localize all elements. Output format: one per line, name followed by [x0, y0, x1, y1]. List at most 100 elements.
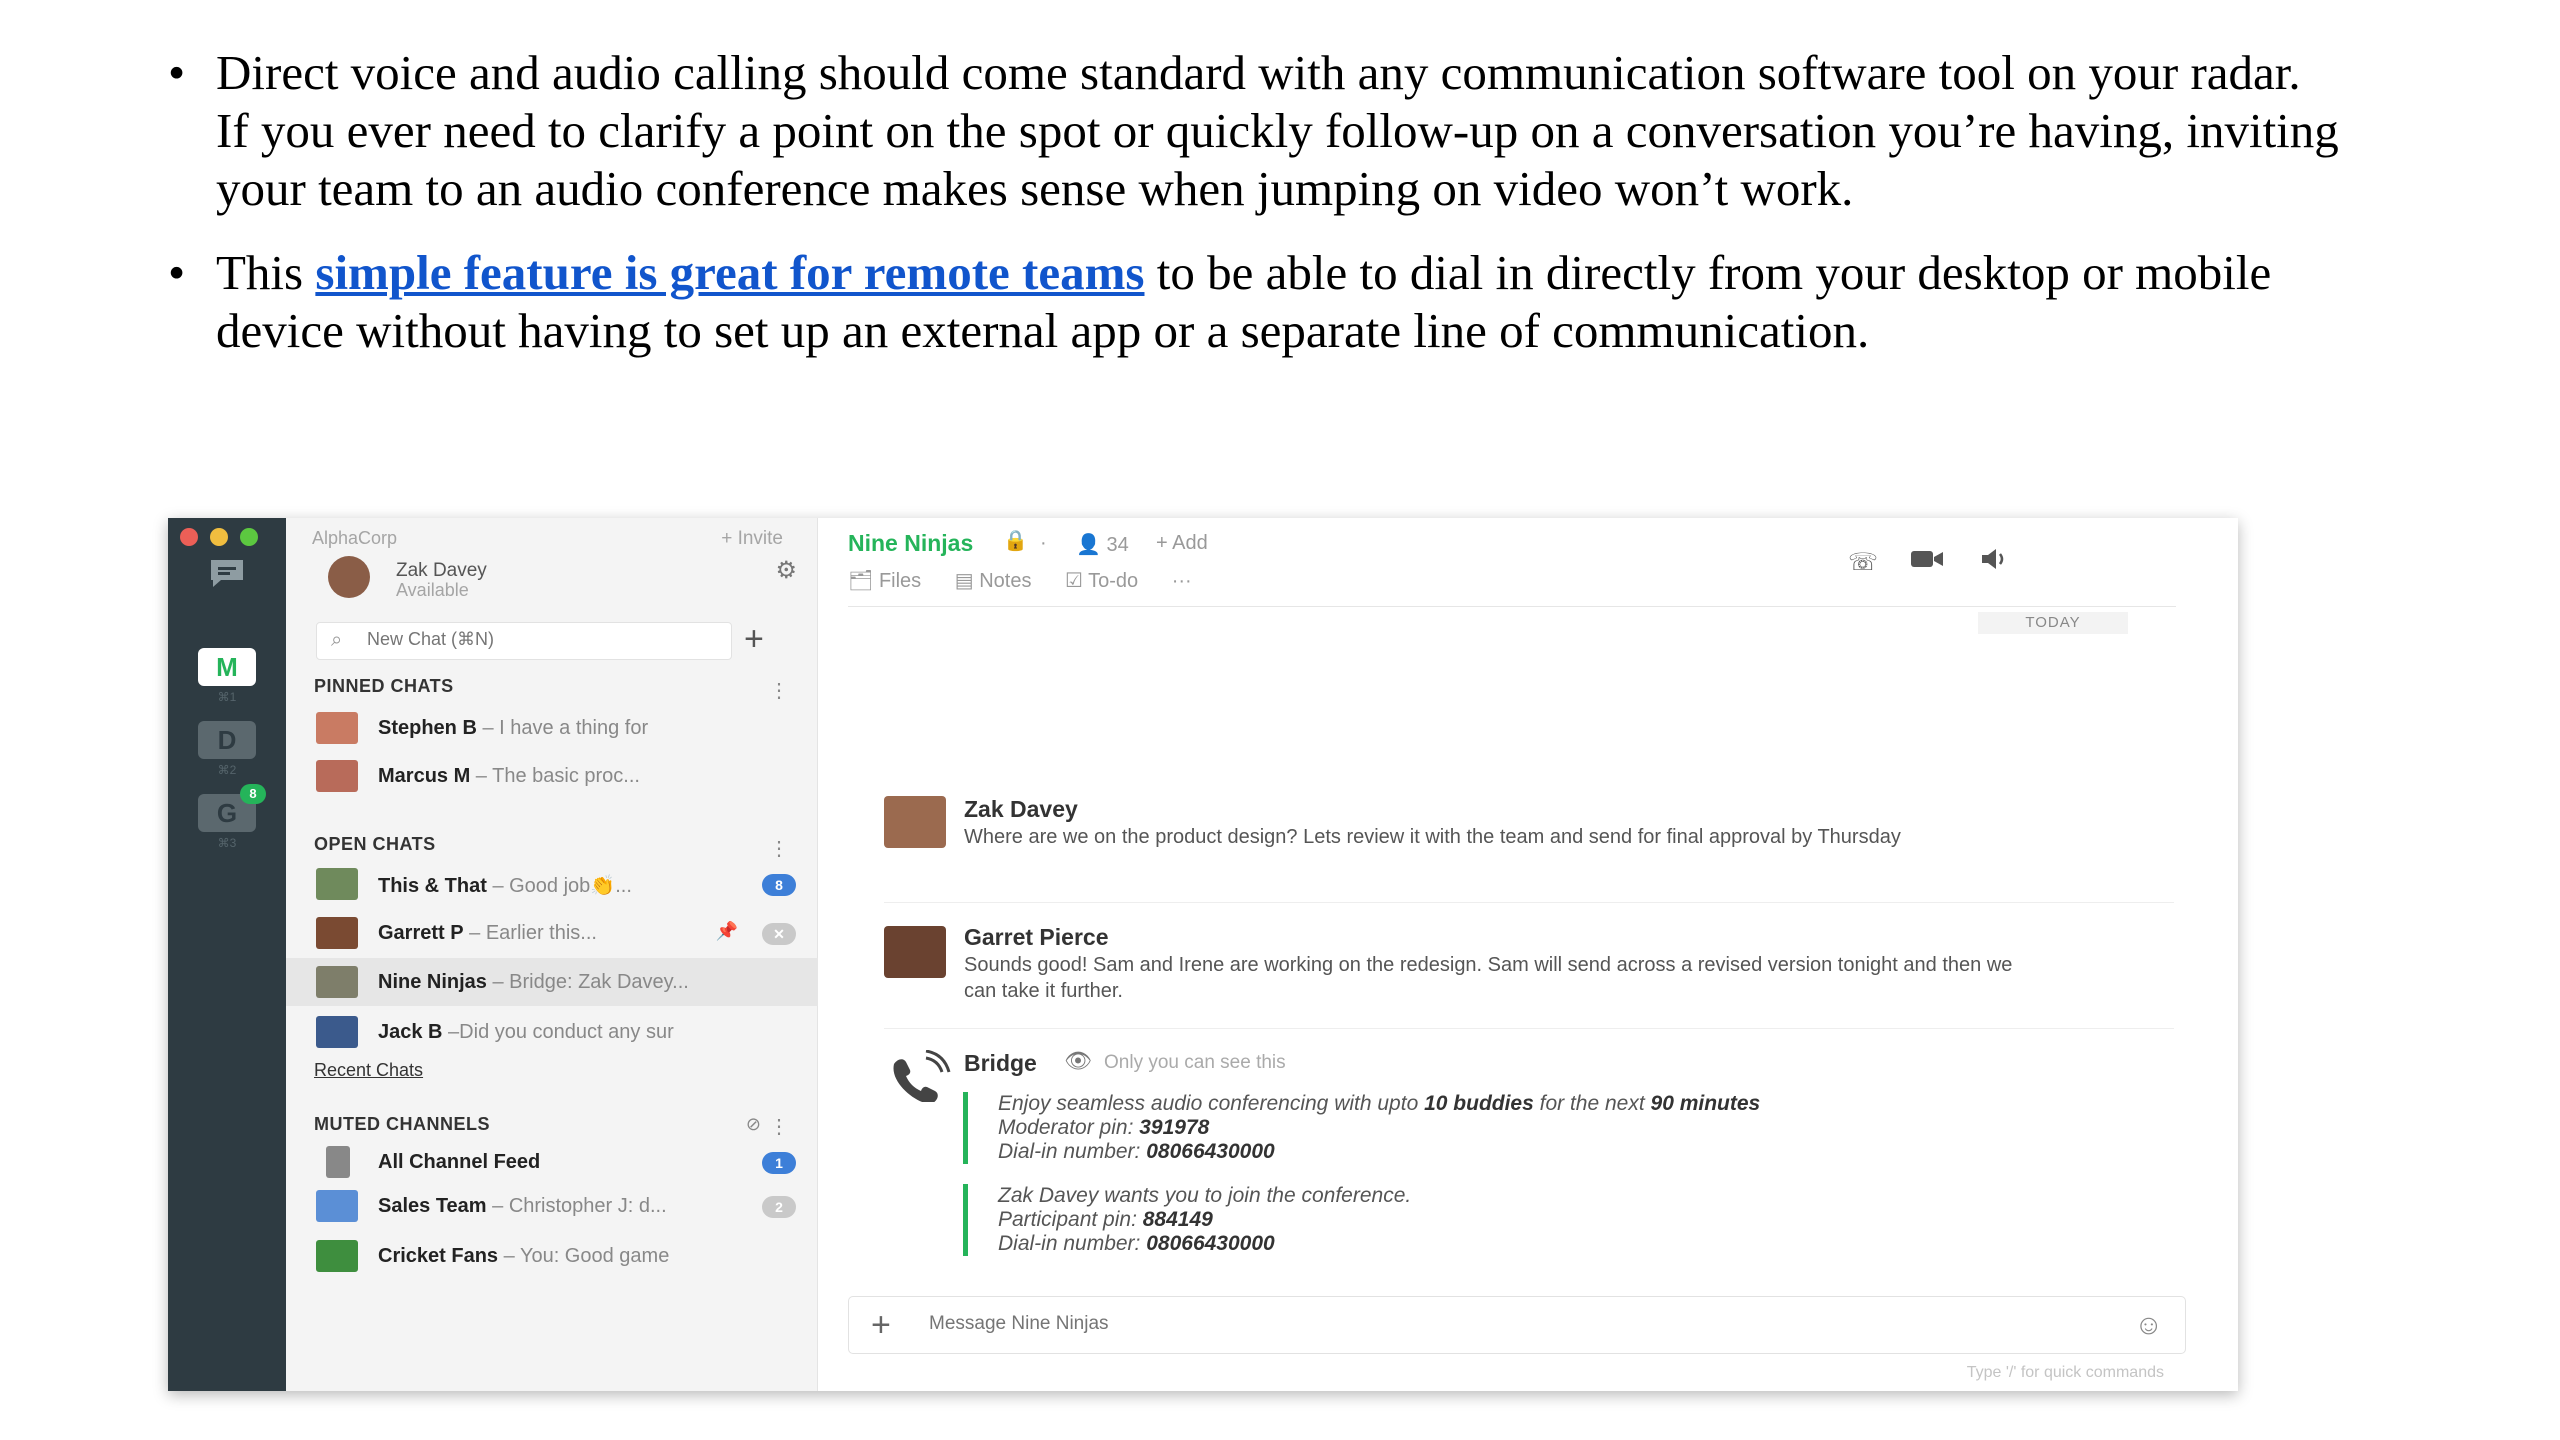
speaker-icon[interactable] — [1980, 548, 2010, 577]
chat-row-text: Stephen B – I have a thing for — [378, 717, 649, 739]
user-status: Available — [396, 580, 469, 600]
workspace-shortcut: ⌘1 — [217, 690, 237, 704]
chat-row-text: Sales Team – Christopher J: d... — [378, 1195, 667, 1217]
emoji-icon[interactable]: ☺ — [2134, 1309, 2163, 1341]
more-options-icon[interactable]: ⋮ — [769, 678, 789, 703]
pin-icon[interactable]: 📌 — [716, 921, 738, 942]
moderator-pin: Moderator pin: 391978 — [998, 1116, 1210, 1139]
avatar[interactable] — [328, 556, 370, 598]
avatar — [316, 868, 358, 900]
message-author[interactable]: Garret Pierce — [964, 924, 1108, 951]
chat-main-panel: Nine Ninjas 🔒 · 👤 34 + Add 🗂 Files ▤ Not… — [818, 518, 2238, 1391]
tab-more[interactable]: ··· — [1172, 570, 1192, 593]
search-icon: ⌕ — [331, 629, 343, 651]
document-body: • Direct voice and audio calling should … — [160, 44, 2340, 360]
feed-icon — [326, 1146, 350, 1178]
mute-icon[interactable]: ⊘ — [746, 1114, 761, 1135]
video-camera-icon[interactable] — [1910, 548, 1944, 577]
close-chat-icon[interactable]: ✕ — [762, 923, 796, 945]
channel-row-all-channel-feed[interactable]: All Channel Feed 1 — [286, 1138, 818, 1186]
minimize-window-button[interactable] — [210, 528, 228, 546]
chat-row-garrett[interactable]: Garrett P – Earlier this... 📌 ✕ — [286, 909, 818, 957]
invite-text: Zak Davey wants you to join the conferen… — [998, 1184, 1412, 1207]
files-icon: 🗂 — [848, 570, 879, 592]
attach-plus-button[interactable]: + — [871, 1305, 891, 1345]
bridge-author[interactable]: Bridge — [964, 1050, 1037, 1077]
recent-chats-link[interactable]: Recent Chats — [314, 1060, 423, 1081]
phone-icon[interactable]: ☏ — [1848, 548, 1878, 577]
bullet-dot: • — [168, 45, 186, 100]
lock-icon: 🔒 — [1003, 530, 1028, 552]
user-name: Zak Davey — [396, 560, 487, 581]
notes-icon: ▤ — [954, 570, 980, 592]
chat-bubble-icon[interactable] — [201, 556, 253, 594]
avatar — [316, 1016, 358, 1048]
bullet-text-prefix: This — [216, 245, 316, 300]
chat-row-stephen[interactable]: Stephen B – I have a thing for — [286, 704, 818, 752]
unread-badge: 2 — [762, 1196, 796, 1218]
avatar[interactable] — [884, 796, 946, 848]
workspace-m-button[interactable]: M — [198, 648, 256, 686]
tab-notes[interactable]: ▤ Notes — [955, 568, 1032, 593]
chat-row-text: Jack B –Did you conduct any sur — [378, 1021, 674, 1043]
participant-pin: Participant pin: 884149 — [998, 1208, 1213, 1231]
unread-badge: 1 — [762, 1152, 796, 1174]
message-composer: + ☺ — [848, 1296, 2186, 1354]
channel-tabs: 🗂 Files ▤ Notes ☑ To-do ··· — [848, 568, 1220, 593]
avatar — [316, 917, 358, 949]
tab-files[interactable]: 🗂 Files — [848, 568, 921, 593]
pinned-chats-heading: PINNED CHATS — [314, 676, 454, 696]
message-text: Sounds good! Sam and Irene are working o… — [964, 954, 2013, 1002]
message-divider — [884, 902, 2174, 903]
channel-row-sales-team[interactable]: Sales Team – Christopher J: d... 2 — [286, 1182, 818, 1230]
avatar — [316, 966, 358, 998]
checkbox-icon: ☑ — [1065, 570, 1089, 592]
message-author[interactable]: Zak Davey — [964, 796, 1078, 823]
avatar — [316, 712, 358, 744]
dial-in-number: Dial-in number: 08066430000 — [998, 1140, 1275, 1163]
workspace-d-button[interactable]: D — [198, 721, 256, 759]
remote-teams-link[interactable]: simple feature is great for remote teams — [315, 245, 1144, 300]
avatar — [316, 760, 358, 792]
conference-details-block: Enjoy seamless audio conferencing with u… — [963, 1092, 2063, 1164]
channel-row-cricket-fans[interactable]: Cricket Fans – You: Good game — [286, 1232, 818, 1280]
chat-row-text: Marcus M – The basic proc... — [378, 765, 640, 787]
new-chat-search: ⌕ — [316, 622, 732, 660]
avatar[interactable] — [884, 926, 946, 978]
search-input[interactable] — [367, 629, 717, 650]
date-separator: TODAY — [1978, 612, 2128, 634]
add-member-button[interactable]: + Add — [1156, 532, 1208, 555]
open-chats-heading: OPEN CHATS — [314, 834, 436, 854]
dial-in-number: Dial-in number: 08066430000 — [998, 1232, 1275, 1255]
message-divider — [884, 1028, 2174, 1029]
unread-badge: 8 — [762, 874, 796, 896]
more-options-icon[interactable]: ⋮ — [769, 836, 789, 861]
new-chat-plus-button[interactable]: + — [744, 620, 764, 658]
more-options-icon[interactable]: ⋮ — [769, 1114, 789, 1139]
members-count[interactable]: 👤 34 — [1076, 532, 1129, 557]
workspace-shortcut: ⌘2 — [217, 763, 237, 777]
phone-ringing-icon — [886, 1049, 956, 1113]
tab-todo[interactable]: ☑ To-do — [1065, 568, 1138, 593]
avatar — [316, 1240, 358, 1272]
chat-row-text: This & That – Good job👏... — [378, 875, 632, 897]
chat-row-marcus[interactable]: Marcus M – The basic proc... — [286, 752, 818, 800]
close-window-button[interactable] — [180, 528, 198, 546]
chat-row-this-and-that[interactable]: This & That – Good job👏... 8 — [286, 860, 818, 908]
chat-row-text: Cricket Fans – You: Good game — [378, 1245, 670, 1267]
maximize-window-button[interactable] — [240, 528, 258, 546]
channel-title[interactable]: Nine Ninjas — [848, 530, 973, 557]
bullet-dot: • — [168, 245, 186, 300]
bullet-item: • This simple feature is great for remot… — [160, 244, 2340, 360]
message-input[interactable] — [929, 1313, 1929, 1335]
chat-row-nine-ninjas[interactable]: Nine Ninjas – Bridge: Zak Davey... — [286, 958, 818, 1006]
chat-row-text: Nine Ninjas – Bridge: Zak Davey... — [378, 971, 689, 993]
invite-button[interactable]: + Invite — [721, 528, 783, 550]
header-divider — [848, 606, 2176, 607]
members-count-value: 34 — [1106, 534, 1129, 556]
gear-icon[interactable]: ⚙ — [775, 556, 797, 585]
chat-sidebar: AlphaCorp + Invite Zak Davey Available ⚙… — [286, 518, 818, 1391]
chat-row-jack[interactable]: Jack B –Did you conduct any sur — [286, 1008, 818, 1056]
conference-invite-block: Zak Davey wants you to join the conferen… — [963, 1184, 2063, 1256]
bullet-text: Direct voice and audio calling should co… — [216, 45, 2339, 216]
